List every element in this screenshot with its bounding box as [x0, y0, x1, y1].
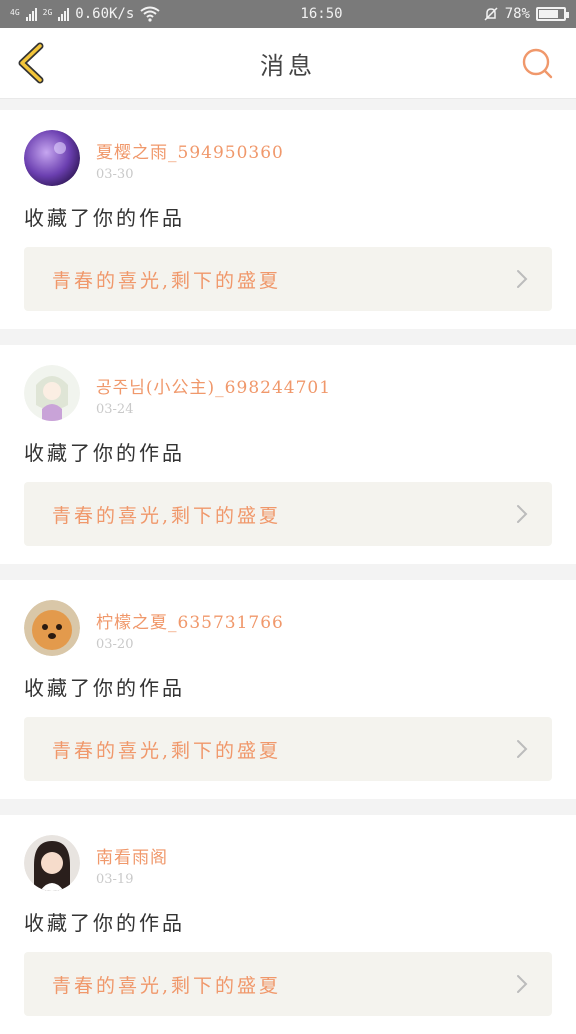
message-date: 03-24 — [96, 402, 134, 417]
message-card: 夏樱之雨_594950360 03-30 收藏了你的作品 青春的喜光,剩下的盛夏 — [0, 110, 576, 329]
message-date: 03-20 — [96, 637, 134, 652]
status-bar: 4G 2G 0.60K/s 16:50 78% — [0, 0, 576, 28]
chevron-right-icon — [517, 975, 528, 993]
network-label-4g: 4G — [10, 8, 20, 17]
mute-icon — [484, 7, 498, 21]
user-info: 柠檬之夏_635731766 03-20 — [96, 600, 284, 652]
work-link[interactable]: 青春的喜光,剩下的盛夏 — [24, 247, 552, 311]
wifi-icon — [140, 6, 160, 22]
battery-icon — [536, 7, 569, 21]
message-user-row: 柠檬之夏_635731766 03-20 — [24, 600, 552, 656]
action-text: 收藏了你的作品 — [24, 911, 185, 935]
avatar[interactable] — [24, 365, 80, 421]
message-card: 공주님(小公主)_698244701 03-24 收藏了你的作品 青春的喜光,剩… — [0, 345, 576, 564]
status-left: 4G 2G 0.60K/s — [10, 6, 160, 22]
signal-icon — [25, 7, 37, 21]
message-card: 南看雨阁 03-19 收藏了你的作品 青春的喜光,剩下的盛夏 — [0, 815, 576, 1034]
chevron-left-icon[interactable] — [14, 42, 50, 84]
work-link[interactable]: 青春的喜光,剩下的盛夏 — [24, 717, 552, 781]
signal-icon — [58, 7, 70, 21]
avatar[interactable] — [24, 130, 80, 186]
message-list: 夏樱之雨_594950360 03-30 收藏了你的作品 青春的喜光,剩下的盛夏… — [0, 98, 576, 1034]
message-user-row: 공주님(小公主)_698244701 03-24 — [24, 365, 552, 421]
username[interactable]: 夏樱之雨_594950360 — [96, 138, 284, 163]
action-text: 收藏了你的作品 — [24, 206, 185, 230]
search-icon[interactable] — [520, 46, 554, 80]
message-card: 柠檬之夏_635731766 03-20 收藏了你的作品 青春的喜光,剩下的盛夏 — [0, 580, 576, 799]
page-title: 消息 — [260, 51, 316, 80]
chevron-right-icon — [517, 270, 528, 288]
work-title: 青春的喜光,剩下的盛夏 — [52, 739, 282, 762]
message-user-row: 夏樱之雨_594950360 03-30 — [24, 130, 552, 186]
user-info: 夏樱之雨_594950360 03-30 — [96, 130, 284, 182]
work-title: 青春的喜光,剩下的盛夏 — [52, 504, 282, 527]
message-date: 03-30 — [96, 167, 134, 182]
work-title: 青春的喜光,剩下的盛夏 — [52, 974, 282, 997]
status-right: 78% — [483, 6, 569, 22]
app-header: 消息 — [0, 28, 576, 98]
work-title: 青春的喜光,剩下的盛夏 — [52, 269, 282, 292]
action-text: 收藏了你的作品 — [24, 441, 185, 465]
action-text: 收藏了你的作品 — [24, 676, 185, 700]
username[interactable]: 柠檬之夏_635731766 — [96, 608, 284, 633]
user-info: 南看雨阁 03-19 — [96, 835, 168, 887]
chevron-right-icon — [517, 505, 528, 523]
work-link[interactable]: 青春的喜光,剩下的盛夏 — [24, 482, 552, 546]
user-info: 공주님(小公主)_698244701 03-24 — [96, 365, 331, 417]
username[interactable]: 南看雨阁 — [96, 843, 168, 868]
battery-percent: 78% — [504, 6, 530, 22]
chevron-right-icon — [517, 740, 528, 758]
username[interactable]: 공주님(小公主)_698244701 — [96, 373, 331, 398]
work-link[interactable]: 青春的喜光,剩下的盛夏 — [24, 952, 552, 1016]
network-label-2g: 2G — [42, 8, 53, 17]
network-speed: 0.60K/s — [75, 6, 135, 22]
message-date: 03-19 — [96, 872, 134, 887]
avatar[interactable] — [24, 835, 80, 891]
status-time: 16:50 — [300, 6, 343, 22]
avatar[interactable] — [24, 600, 80, 656]
message-user-row: 南看雨阁 03-19 — [24, 835, 552, 891]
